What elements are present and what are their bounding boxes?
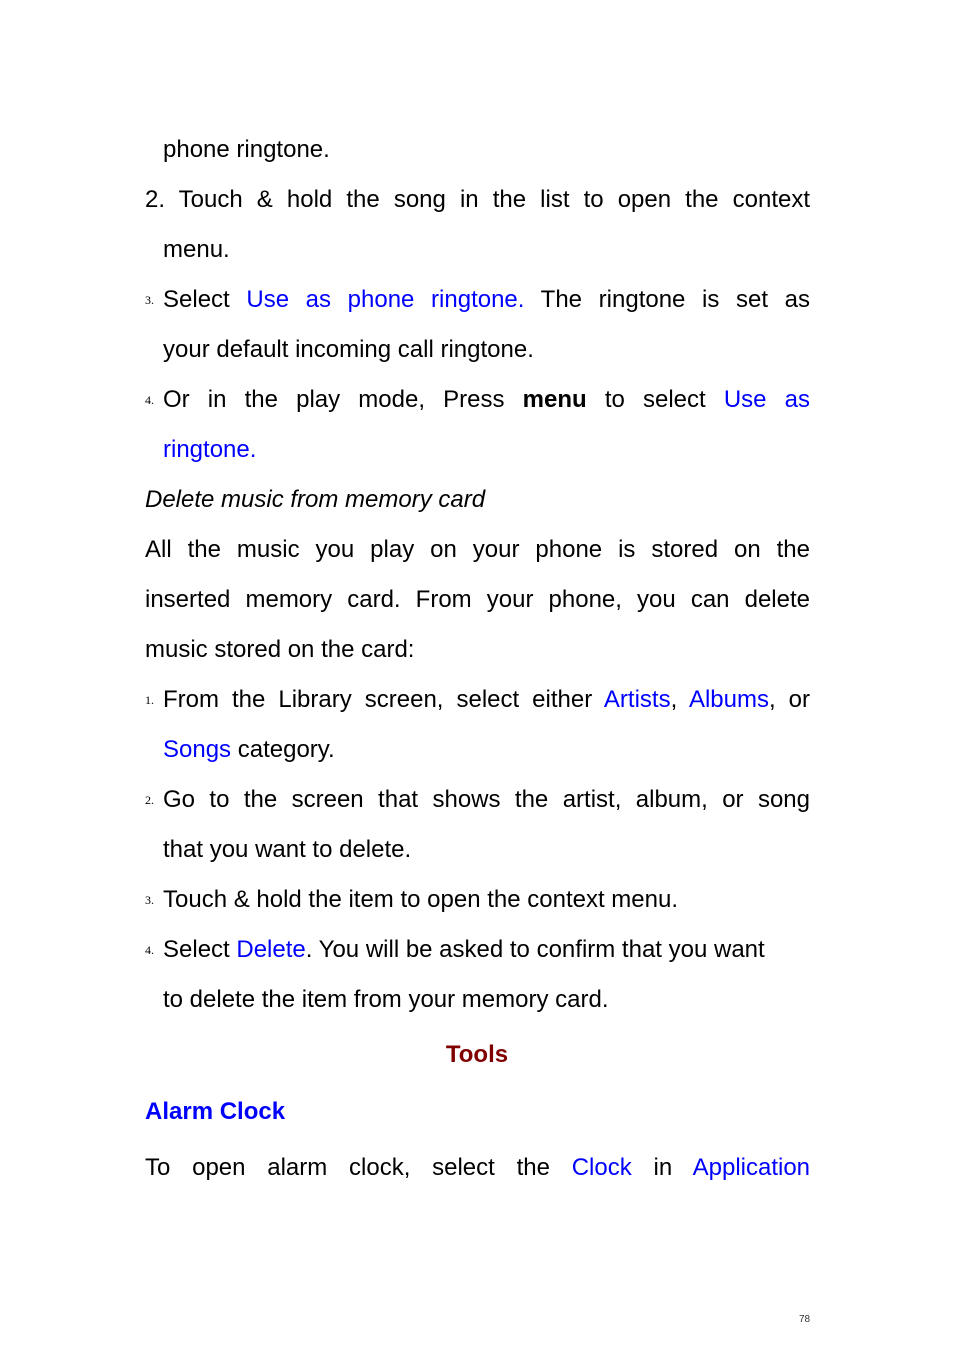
delete-section-title: Delete music from memory card — [145, 486, 486, 513]
step-4-line-2[interactable]: ringtone. — [163, 435, 256, 465]
step-text: . You will be asked to confirm that you … — [305, 936, 765, 963]
continuation-line: phone ringtone. — [163, 136, 330, 163]
delete-step-1-line-1: From the Library screen, select either A… — [163, 685, 810, 715]
separator: , — [670, 686, 678, 713]
use-as-phone-ringtone-link[interactable]: Use as phone ringtone. — [246, 286, 524, 313]
albums-link[interactable]: Albums — [689, 686, 769, 713]
step-3-line-2: your default incoming call ringtone. — [163, 336, 534, 363]
step-text: to select — [604, 386, 706, 413]
delete-step-2-line-2: that you want to delete. — [163, 836, 412, 863]
delete-link[interactable]: Delete — [236, 936, 305, 963]
intro-line-3: music stored on the card: — [145, 636, 415, 663]
tools-heading: Tools — [445, 1041, 509, 1068]
step-number: 2. — [145, 186, 166, 213]
delete-step-1-line-2: Songs category. — [163, 735, 335, 765]
step-3-line-1: Select Use as phone ringtone. The ringto… — [163, 285, 810, 315]
artists-link[interactable]: Artists — [604, 686, 671, 713]
songs-link[interactable]: Songs — [163, 736, 231, 763]
step-number: 3. — [145, 293, 154, 307]
clock-link[interactable]: Clock — [572, 1154, 632, 1181]
application-link[interactable]: Application — [693, 1154, 810, 1181]
step-2-line-2: menu. — [163, 236, 230, 263]
step-number: 4. — [145, 943, 154, 957]
alarm-clock-heading: Alarm Clock — [145, 1098, 286, 1125]
menu-key-label: menu — [522, 386, 587, 413]
use-as-ringtone-link[interactable]: Use as — [724, 386, 810, 413]
body-text: in — [653, 1154, 673, 1181]
step-text: Or in the play mode, Press — [163, 386, 505, 413]
delete-step-4-line-1: Select Delete. You will be asked to conf… — [163, 935, 765, 965]
intro-line-2: inserted memory card. From your phone, y… — [145, 586, 810, 613]
alarm-text-line: To open alarm clock, select the Clock in… — [145, 1153, 810, 1183]
delete-step-3-line-1: Touch & hold the item to open the contex… — [163, 886, 678, 913]
step-text: From the Library screen, select either — [163, 686, 593, 713]
delete-step-4-line-2: to delete the item from your memory card… — [163, 986, 609, 1013]
step-number: 3. — [145, 893, 154, 907]
step-text: Touch & hold the song in the list to ope… — [178, 186, 811, 213]
step-number: 2. — [145, 793, 154, 807]
body-text: To open alarm clock, select the — [145, 1154, 550, 1181]
step-text: Select — [163, 286, 230, 313]
step-number: 4. — [145, 393, 154, 407]
intro-line-1: All the music you play on your phone is … — [145, 536, 810, 563]
page-number: 78 — [799, 1314, 811, 1325]
step-2-line-1: 2. Touch & hold the song in the list to … — [145, 185, 810, 215]
step-4-line-1: Or in the play mode, Press menu to selec… — [163, 385, 810, 415]
step-number: 1. — [145, 693, 154, 707]
delete-step-2-line-1: Go to the screen that shows the artist, … — [163, 786, 810, 813]
step-text: The ringtone is set as — [540, 286, 811, 313]
step-text: category. — [237, 736, 335, 763]
step-text: Select — [163, 936, 230, 963]
step-text: , or — [768, 686, 810, 713]
